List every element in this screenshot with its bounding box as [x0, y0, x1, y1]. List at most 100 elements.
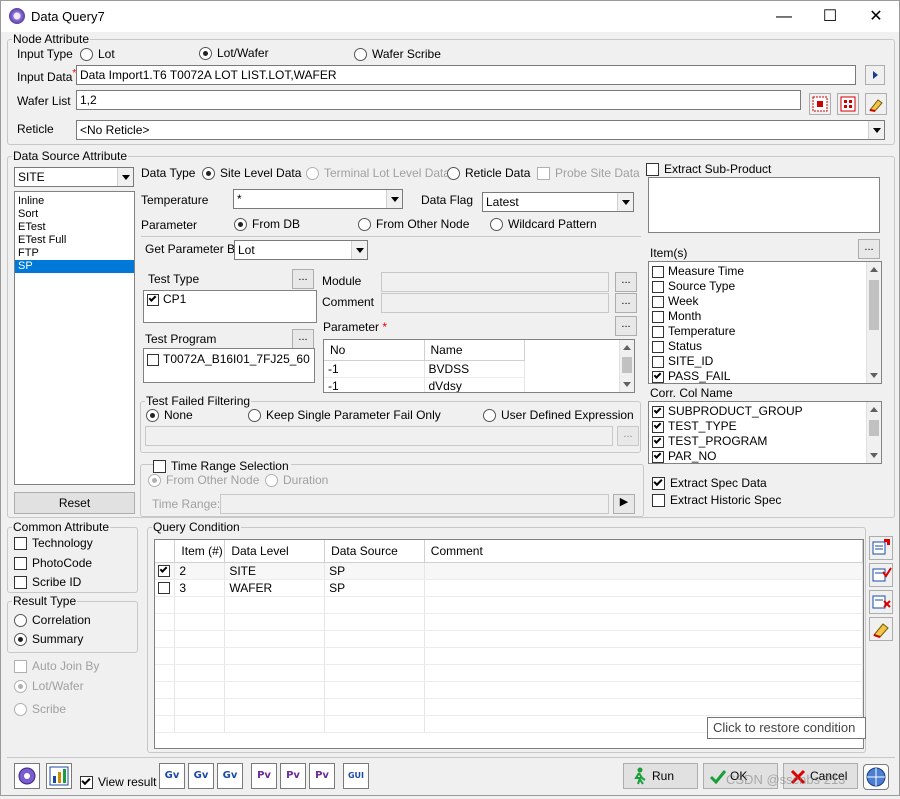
module-field[interactable] [381, 272, 609, 292]
row-checkbox[interactable] [155, 563, 174, 579]
gv-button[interactable]: Gv [159, 763, 185, 789]
source-level-select[interactable]: SITE [14, 167, 134, 187]
table-row[interactable]: -1 dVdsy [324, 377, 525, 392]
temperature-select[interactable]: * [233, 189, 403, 209]
fail-expression-field[interactable] [145, 426, 613, 446]
table-row[interactable]: 2 SITE SP [155, 562, 863, 580]
close-button[interactable]: ✕ [853, 1, 899, 32]
pv-export-button[interactable]: Pv [309, 763, 335, 789]
source-item-sp[interactable]: SP [15, 260, 134, 273]
test-program-more-button[interactable]: ... [292, 329, 314, 349]
data-flag-select[interactable]: Latest [482, 192, 634, 212]
param-from-db-radio[interactable]: From DB [234, 217, 300, 231]
data-type-terminal-radio[interactable]: Terminal Lot Level Data [306, 166, 450, 180]
corr-col-list[interactable]: SUBPRODUCT_GROUP TEST_TYPE TEST_PROGRAM … [648, 401, 882, 464]
item-checkbox[interactable]: Temperature [649, 324, 881, 339]
scribe-id-checkbox[interactable]: Scribe ID [14, 575, 81, 589]
data-type-site-radio[interactable]: Site Level Data [202, 166, 301, 180]
corr-checkbox[interactable]: TEST_PROGRAM [649, 434, 881, 449]
auto-join-scribe-radio[interactable]: Scribe [14, 702, 66, 716]
col-item[interactable]: Item (#) [174, 540, 226, 563]
pv-delete-button[interactable]: Pv [280, 763, 306, 789]
check-condition-button[interactable] [869, 563, 893, 587]
pv-button[interactable]: Pv [251, 763, 277, 789]
auto-join-lotwafer-radio[interactable]: Lot/Wafer [14, 679, 84, 693]
table-row[interactable]: -1 BVDSS [324, 360, 525, 378]
delete-condition-button[interactable] [869, 590, 893, 614]
items-more-button[interactable]: ... [858, 239, 880, 259]
result-correlation-radio[interactable]: Correlation [14, 613, 91, 627]
corr-scrollbar[interactable] [866, 402, 881, 463]
source-item-sort[interactable]: Sort [15, 208, 134, 221]
test-type-item[interactable]: CP1 [144, 292, 316, 307]
row-checkbox[interactable] [155, 580, 174, 596]
test-program-item[interactable]: T0072A_B16I01_7FJ25_60 [144, 352, 314, 367]
item-checkbox[interactable]: Status [649, 339, 881, 354]
param-col-name[interactable]: Name [424, 340, 525, 361]
gv-delete-button[interactable]: Gv [188, 763, 214, 789]
col-data-source[interactable]: Data Source [324, 540, 425, 563]
item-checkbox[interactable]: Source Type [649, 279, 881, 294]
param-col-no[interactable]: No [324, 340, 425, 361]
table-row[interactable]: 3 WAFER SP [155, 579, 863, 597]
input-type-wafer-scribe-radio[interactable]: Wafer Scribe [354, 47, 441, 61]
param-scrollbar[interactable] [619, 340, 634, 392]
time-range-checkbox[interactable]: Time Range Selection [153, 459, 291, 473]
wafer-list-field[interactable]: 1,2 [76, 90, 801, 110]
item-checkbox[interactable]: PASS_FAIL [649, 369, 881, 383]
settings-gear-button[interactable] [14, 763, 40, 789]
fail-none-radio[interactable]: None [146, 408, 193, 422]
comment-field[interactable] [381, 293, 609, 313]
extract-historic-spec-checkbox[interactable]: Extract Historic Spec [652, 493, 781, 507]
test-type-list[interactable]: CP1 [143, 290, 317, 323]
reset-button[interactable]: Reset [14, 492, 135, 514]
item-checkbox[interactable]: Month [649, 309, 881, 324]
test-type-more-button[interactable]: ... [292, 269, 314, 289]
input-data-field[interactable]: Data Import1.T6 T0072A LOT LIST.LOT,WAFE… [76, 65, 856, 85]
item-checkbox[interactable]: Measure Time [649, 264, 881, 279]
corr-checkbox[interactable]: TEST_TYPE [649, 419, 881, 434]
fail-user-defined-radio[interactable]: User Defined Expression [483, 408, 634, 422]
scroll-thumb[interactable] [869, 280, 879, 330]
source-list[interactable]: Inline Sort ETest ETest Full FTP SP [14, 191, 135, 485]
clear-condition-button[interactable] [869, 617, 893, 641]
result-summary-radio[interactable]: Summary [14, 632, 83, 646]
item-checkbox[interactable]: Week [649, 294, 881, 309]
param-other-node-radio[interactable]: From Other Node [358, 217, 469, 231]
source-item-etest[interactable]: ETest [15, 221, 134, 234]
module-more-button[interactable]: ... [615, 272, 637, 292]
fail-single-radio[interactable]: Keep Single Parameter Fail Only [248, 408, 441, 422]
get-param-by-select[interactable]: Lot [234, 240, 368, 260]
chart-button[interactable] [46, 763, 72, 789]
col-data-level[interactable]: Data Level [224, 540, 326, 563]
item-checkbox[interactable]: SITE_ID [649, 354, 881, 369]
minimize-button[interactable]: — [761, 1, 807, 32]
input-type-lotwafer-radio[interactable]: Lot/Wafer [199, 46, 269, 60]
parameter-grid[interactable]: No Name -1 BVDSS -1 dVdsy [323, 339, 635, 393]
maximize-button[interactable]: ☐ [807, 1, 853, 32]
data-type-reticle-radio[interactable]: Reticle Data [447, 166, 530, 180]
input-type-lot-radio[interactable]: Lot [80, 47, 115, 61]
photocode-checkbox[interactable]: PhotoCode [14, 556, 92, 570]
gv-export-button[interactable]: Gv [217, 763, 243, 789]
probe-site-checkbox[interactable]: Probe Site Data [537, 166, 640, 180]
scroll-thumb[interactable] [622, 357, 632, 373]
time-duration-radio[interactable]: Duration [265, 473, 328, 487]
source-item-ftp[interactable]: FTP [15, 247, 134, 260]
gui-button[interactable]: GUI [343, 763, 369, 789]
source-item-inline[interactable]: Inline [15, 195, 134, 208]
col-comment[interactable]: Comment [424, 540, 863, 563]
corr-checkbox[interactable]: SUBPRODUCT_GROUP [649, 404, 881, 419]
extract-sub-product-checkbox[interactable]: Extract Sub-Product [646, 162, 771, 176]
technology-checkbox[interactable]: Technology [14, 536, 93, 550]
auto-join-checkbox[interactable]: Auto Join By [14, 659, 99, 673]
add-condition-button[interactable] [869, 536, 893, 560]
time-other-node-radio[interactable]: From Other Node [148, 473, 259, 487]
source-item-etest-full[interactable]: ETest Full [15, 234, 134, 247]
comment-more-button[interactable]: ... [615, 293, 637, 313]
wafer-select-button[interactable] [837, 93, 859, 115]
time-range-field[interactable] [220, 494, 609, 514]
view-result-checkbox[interactable]: View result [80, 775, 156, 789]
help-button[interactable] [863, 764, 889, 790]
fail-expression-more-button[interactable]: ... [617, 426, 639, 446]
